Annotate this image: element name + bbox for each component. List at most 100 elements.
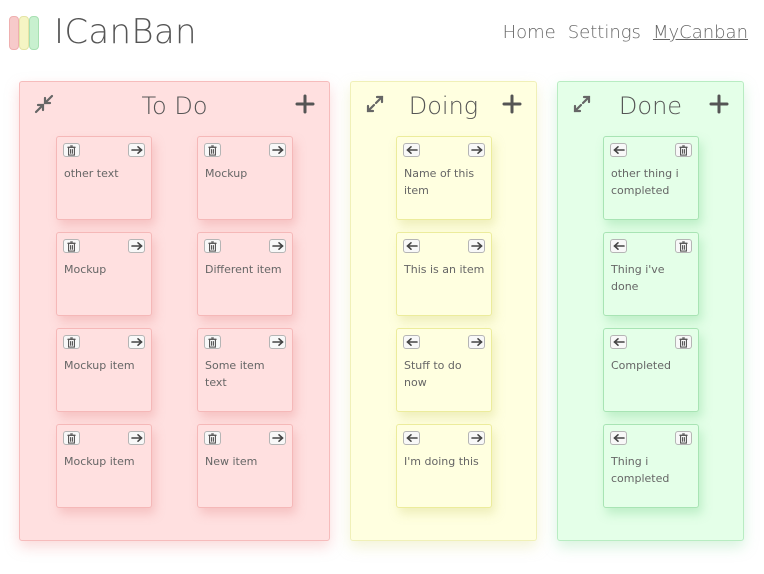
kanban-card[interactable]: Mockup item — [56, 328, 152, 412]
kanban-card[interactable]: Completed — [603, 328, 699, 412]
move-right-button[interactable] — [128, 239, 145, 253]
kanban-card[interactable]: Name of this item — [396, 136, 492, 220]
delete-icon — [67, 241, 76, 252]
card-text: Mockup item — [64, 455, 135, 468]
delete-button[interactable] — [63, 239, 80, 253]
delete-button[interactable] — [63, 335, 80, 349]
move-left-button[interactable] — [610, 143, 627, 157]
move-right-button[interactable] — [128, 431, 145, 445]
kanban-card[interactable]: other thing i completed — [603, 136, 699, 220]
move-right-button[interactable] — [468, 431, 485, 445]
delete-icon — [208, 241, 217, 252]
delete-button[interactable] — [204, 431, 221, 445]
delete-icon — [67, 337, 76, 348]
kanban-card[interactable]: Thing i completed — [603, 424, 699, 508]
move-right-button[interactable] — [468, 143, 485, 157]
card-text: Mockup item — [64, 359, 135, 372]
column-title: To Do — [141, 92, 208, 120]
card-text: Stuff to do now — [404, 359, 462, 389]
move-left-button[interactable] — [610, 239, 627, 253]
move-left-button[interactable] — [403, 143, 420, 157]
move-left-button[interactable] — [403, 239, 420, 253]
kanban-card[interactable]: Thing i've done — [603, 232, 699, 316]
move-left-button[interactable] — [403, 335, 420, 349]
delete-button[interactable] — [675, 239, 692, 253]
move-right-button[interactable] — [269, 335, 286, 349]
card-text: I'm doing this — [404, 455, 479, 468]
move-left-icon — [612, 145, 625, 154]
add-card-icon[interactable] — [709, 94, 729, 114]
card-text: Thing i've done — [611, 263, 665, 293]
nav-settings-link[interactable]: Settings — [568, 22, 641, 43]
delete-button[interactable] — [204, 335, 221, 349]
delete-icon — [67, 433, 76, 444]
move-right-button[interactable] — [269, 431, 286, 445]
nav-mycanban-link[interactable]: MyCanban — [653, 22, 748, 43]
kanban-card[interactable]: Mockup item — [56, 424, 152, 508]
delete-icon — [208, 337, 217, 348]
kanban-card[interactable]: Some item text — [197, 328, 293, 412]
card-text: This is an item — [404, 263, 485, 276]
move-left-button[interactable] — [403, 431, 420, 445]
column-done: Done other thing i completed Thing i've d… — [557, 81, 744, 541]
move-right-button[interactable] — [128, 143, 145, 157]
move-right-icon — [470, 241, 483, 250]
card-text: Mockup — [205, 167, 248, 180]
move-left-button[interactable] — [610, 431, 627, 445]
delete-button[interactable] — [675, 143, 692, 157]
delete-icon — [679, 337, 688, 348]
move-right-button[interactable] — [269, 239, 286, 253]
kanban-card[interactable]: This is an item — [396, 232, 492, 316]
delete-button[interactable] — [63, 431, 80, 445]
card-text: Name of this item — [404, 167, 475, 197]
kanban-card[interactable]: Different item — [197, 232, 293, 316]
kanban-card[interactable]: Stuff to do now — [396, 328, 492, 412]
kanban-card[interactable]: New item — [197, 424, 293, 508]
move-right-icon — [130, 433, 143, 442]
delete-button[interactable] — [204, 239, 221, 253]
move-right-button[interactable] — [269, 143, 286, 157]
move-right-icon — [470, 145, 483, 154]
nav-home-link[interactable]: Home — [503, 22, 556, 43]
kanban-card[interactable]: other text — [56, 136, 152, 220]
move-right-icon — [130, 241, 143, 250]
move-left-icon — [405, 433, 418, 442]
move-right-button[interactable] — [468, 335, 485, 349]
kanban-card[interactable]: Mockup — [56, 232, 152, 316]
card-text: Completed — [611, 359, 671, 372]
delete-button[interactable] — [675, 431, 692, 445]
card-text: other thing i completed — [611, 167, 679, 197]
delete-icon — [679, 145, 688, 156]
column-todo: To Do other text Mockup Mockup Different it… — [19, 81, 330, 541]
card-text: other text — [64, 167, 119, 180]
card-text: Different item — [205, 263, 282, 276]
move-left-button[interactable] — [610, 335, 627, 349]
card-text: Mockup — [64, 263, 107, 276]
delete-icon — [67, 145, 76, 156]
move-right-icon — [271, 241, 284, 250]
move-left-icon — [612, 241, 625, 250]
add-card-icon[interactable] — [295, 94, 315, 114]
delete-button[interactable] — [204, 143, 221, 157]
kanban-card[interactable]: I'm doing this — [396, 424, 492, 508]
app-title: ICanBan — [54, 12, 197, 52]
delete-button[interactable] — [63, 143, 80, 157]
move-left-icon — [405, 337, 418, 346]
move-right-icon — [470, 433, 483, 442]
move-right-button[interactable] — [128, 335, 145, 349]
move-right-icon — [130, 337, 143, 346]
move-left-icon — [405, 241, 418, 250]
kanban-card[interactable]: Mockup — [197, 136, 293, 220]
move-right-icon — [271, 337, 284, 346]
delete-icon — [208, 433, 217, 444]
move-right-icon — [271, 433, 284, 442]
delete-icon — [208, 145, 217, 156]
column-doing: Doing Name of this item This is an item St… — [350, 81, 537, 541]
delete-button[interactable] — [675, 335, 692, 349]
add-card-icon[interactable] — [502, 94, 522, 114]
move-right-icon — [271, 145, 284, 154]
card-text: Thing i completed — [611, 455, 670, 485]
delete-icon — [679, 433, 688, 444]
move-right-icon — [130, 145, 143, 154]
move-right-button[interactable] — [468, 239, 485, 253]
